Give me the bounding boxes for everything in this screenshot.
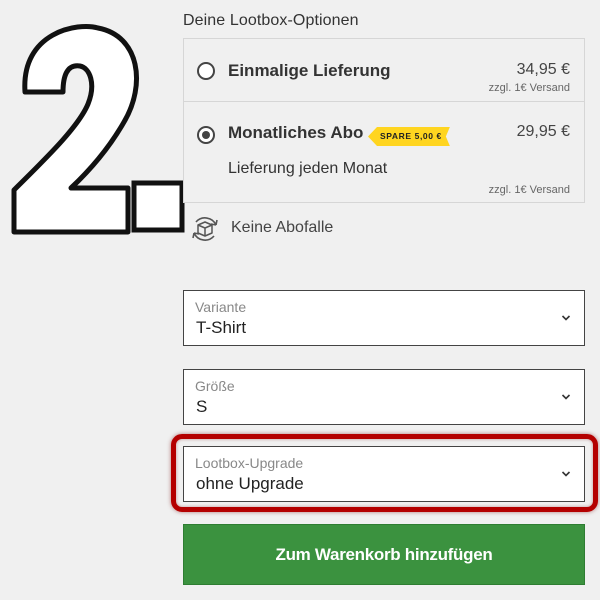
- product-options-page: Deine Lootbox-Optionen Einmalige Lieferu…: [0, 0, 600, 600]
- select-label: Größe: [195, 378, 235, 394]
- option-price: 34,95 €: [516, 61, 570, 78]
- variant-select[interactable]: Variante T-Shirt: [183, 290, 585, 346]
- select-value: ohne Upgrade: [196, 474, 304, 493]
- no-trap-label: Keine Abofalle: [231, 219, 334, 236]
- radio-one-time[interactable]: [197, 62, 215, 80]
- upgrade-select[interactable]: Lootbox-Upgrade ohne Upgrade: [183, 446, 585, 502]
- select-value: T-Shirt: [196, 318, 247, 337]
- add-to-cart-button[interactable]: Zum Warenkorb hinzufügen: [183, 524, 585, 585]
- option-shipping: zzgl. 1€ Versand: [488, 82, 570, 94]
- box-cycle-icon: [192, 217, 218, 241]
- option-monthly[interactable]: Monatliches Abo SPARE 5,00 € Lieferung j…: [184, 102, 584, 203]
- option-shipping: zzgl. 1€ Versand: [488, 184, 570, 196]
- option-one-time[interactable]: Einmalige Lieferung 34,95 € zzgl. 1€ Ver…: [184, 39, 584, 102]
- size-select[interactable]: Größe S: [183, 369, 585, 425]
- select-value: S: [196, 397, 208, 416]
- select-label: Variante: [195, 299, 247, 315]
- step-2-numeral: [11, 23, 185, 235]
- save-badge: SPARE 5,00 €: [368, 127, 450, 146]
- options-title: Deine Lootbox-Optionen: [183, 12, 359, 29]
- chevron-down-icon: [561, 394, 571, 400]
- option-subtitle: Lieferung jeden Monat: [228, 160, 388, 177]
- select-label: Lootbox-Upgrade: [195, 455, 304, 471]
- option-name: Monatliches Abo: [228, 123, 364, 142]
- option-price: 29,95 €: [516, 123, 570, 140]
- radio-monthly[interactable]: [197, 126, 215, 144]
- options-box: Einmalige Lieferung 34,95 € zzgl. 1€ Ver…: [183, 38, 585, 203]
- chevron-down-icon: [561, 471, 571, 477]
- option-name: Einmalige Lieferung: [228, 61, 391, 80]
- chevron-down-icon: [561, 315, 571, 321]
